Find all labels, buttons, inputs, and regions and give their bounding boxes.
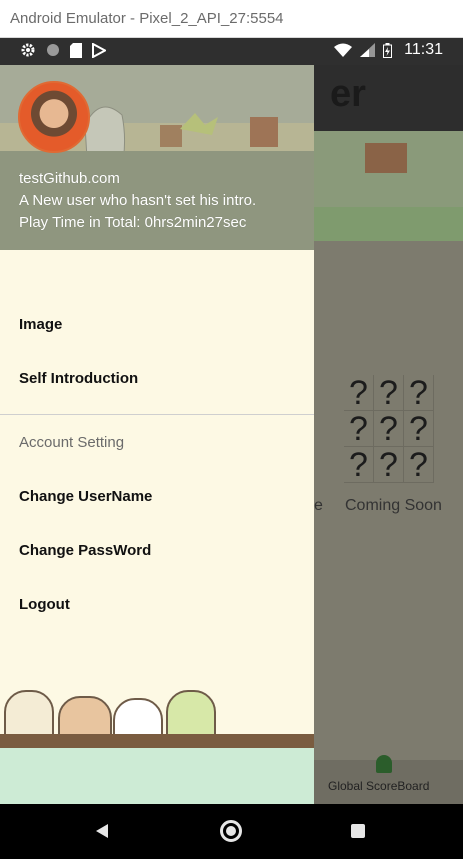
battery-icon — [383, 42, 393, 58]
header-intro: A New user who hasn't set his intro. — [19, 192, 257, 209]
coming-soon-cell: ? — [344, 375, 374, 411]
bell-icon — [376, 755, 392, 773]
signal-icon — [360, 43, 376, 57]
header-play-time: Play Time in Total: 0hrs2min27sec — [19, 214, 247, 231]
coming-soon-cell: ? — [344, 411, 374, 447]
header-email: testGithub.com — [19, 170, 120, 187]
play-store-icon — [92, 42, 106, 58]
background-toolbar-title: er — [330, 73, 366, 115]
grass-strip — [0, 748, 314, 804]
circle-icon — [47, 44, 59, 56]
menu-divider — [0, 414, 314, 415]
coming-soon-cell: ? — [374, 447, 404, 483]
section-title-account-setting: Account Setting — [19, 434, 125, 451]
menu-item-image[interactable]: Image — [19, 316, 62, 333]
drawer-header: testGithub.com A New user who hasn't set… — [0, 65, 314, 250]
menu-item-logout[interactable]: Logout — [19, 596, 70, 613]
coming-soon-cell: ? — [344, 447, 374, 483]
menu-item-self-introduction[interactable]: Self Introduction — [19, 370, 138, 387]
coming-soon-cell: ? — [374, 411, 404, 447]
coming-soon-cell: ? — [374, 375, 404, 411]
home-icon[interactable] — [220, 820, 242, 842]
coming-soon-cell: ? — [404, 411, 434, 447]
status-right-icons: 11:31 — [334, 41, 443, 59]
status-left-icons — [20, 42, 106, 58]
sd-card-icon — [70, 42, 82, 58]
background-partial-label: e — [314, 497, 323, 514]
navigation-drawer: testGithub.com A New user who hasn't set… — [0, 65, 314, 804]
status-bar: 11:31 — [0, 38, 463, 65]
coming-soon-cell: ? — [404, 375, 434, 411]
background-brick — [365, 143, 407, 173]
back-icon[interactable] — [96, 824, 108, 838]
avatar[interactable] — [18, 81, 90, 153]
emulator-window-title: Android Emulator - Pixel_2_API_27:5554 — [0, 0, 463, 38]
global-scoreboard-label: Global ScoreBoard — [328, 779, 430, 793]
menu-item-change-password[interactable]: Change PassWord — [19, 542, 151, 559]
gear-icon — [21, 43, 35, 57]
coming-soon-label: Coming Soon — [345, 497, 442, 514]
device-screen: 11:31 er ? ? ? ? ? ? ? ? ? e Coming Soon… — [0, 38, 463, 859]
coming-soon-cell: ? — [404, 447, 434, 483]
status-time: 11:31 — [404, 41, 443, 58]
recent-apps-icon[interactable] — [351, 824, 365, 838]
menu-item-change-username[interactable]: Change UserName — [19, 488, 152, 505]
coming-soon-grid: ? ? ? ? ? ? ? ? ? — [344, 375, 434, 485]
android-nav-bar — [0, 804, 463, 859]
wifi-icon — [334, 43, 353, 57]
drawer-footer-illustration — [0, 672, 314, 804]
